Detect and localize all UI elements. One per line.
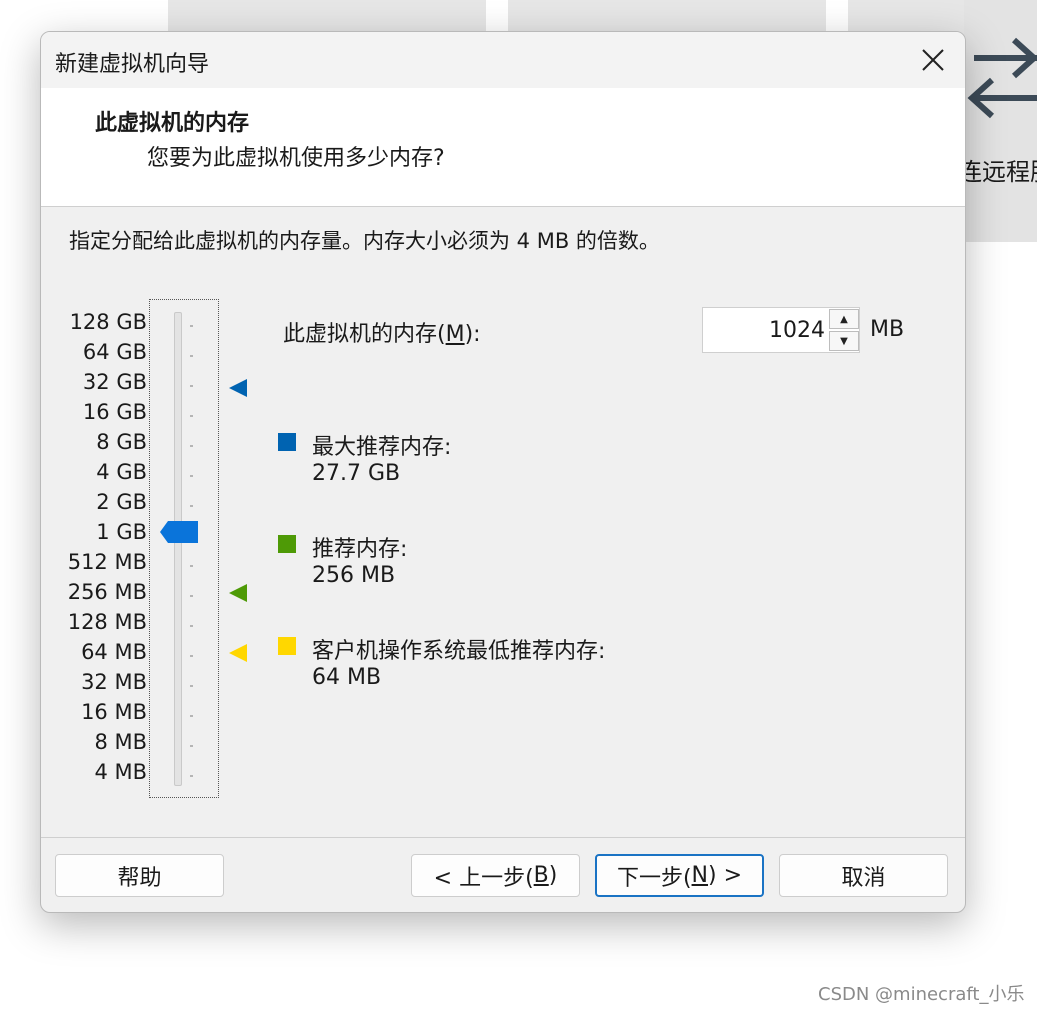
background-remote-label: 连远程服 <box>958 158 1037 186</box>
tick-label: 128 MB <box>67 610 147 634</box>
tick-label: 64 MB <box>81 640 147 664</box>
min-recommended-value: 64 MB <box>312 665 382 690</box>
tick-label: 2 GB <box>96 490 147 514</box>
up-arrow-icon: ▲ <box>840 313 848 325</box>
next-button-mnemonic: N <box>691 863 709 888</box>
help-button[interactable]: 帮助 <box>55 854 224 897</box>
slider-tick <box>190 325 193 327</box>
title-bar: 新建虚拟机向导 <box>41 32 965 88</box>
next-button[interactable]: 下一步(N) > <box>595 854 764 897</box>
memory-label-suffix: ): <box>464 322 481 347</box>
swap-arrows-icon <box>967 37 1037 119</box>
tick-label: 32 MB <box>81 670 147 694</box>
next-button-prefix: 下一步( <box>616 865 692 891</box>
next-button-suffix: ) > <box>708 863 743 888</box>
close-icon <box>922 49 944 71</box>
memory-description: 指定分配给此虚拟机的内存量。内存大小必须为 4 MB 的倍数。 <box>69 229 660 253</box>
slider-tick <box>190 685 193 687</box>
decrement-button[interactable]: ▼ <box>829 331 859 351</box>
cancel-button[interactable]: 取消 <box>779 854 948 897</box>
min-recommended-marker-icon <box>229 644 247 662</box>
slider-tick <box>190 595 193 597</box>
memory-spinbox[interactable]: ▲ ▼ <box>702 307 860 353</box>
slider-tick <box>190 355 193 357</box>
recommended-value: 256 MB <box>312 563 396 588</box>
tick-label: 8 MB <box>94 730 147 754</box>
max-recommended-value: 27.7 GB <box>312 461 401 486</box>
tick-label: 256 MB <box>67 580 147 604</box>
slider-track[interactable] <box>174 312 182 786</box>
min-recommended-label: 客户机操作系统最低推荐内存: <box>312 639 606 664</box>
back-button-suffix: ) <box>548 863 558 888</box>
dialog-title: 新建虚拟机向导 <box>55 52 210 77</box>
new-vm-wizard-dialog: 新建虚拟机向导 此虚拟机的内存 您要为此虚拟机使用多少内存? 指定分配给此虚拟机… <box>40 31 966 913</box>
tick-label: 8 GB <box>96 430 147 454</box>
back-button-mnemonic: B <box>533 863 549 888</box>
slider-tick <box>190 745 193 747</box>
back-button[interactable]: < 上一步(B) <box>411 854 580 897</box>
back-button-prefix: < 上一步( <box>433 865 534 891</box>
slider-tick <box>190 565 193 567</box>
tick-label: 64 GB <box>82 340 147 364</box>
slider-tick <box>190 475 193 477</box>
watermark: CSDN @minecraft_小乐 <box>818 984 1025 1005</box>
memory-input[interactable] <box>703 308 825 352</box>
tick-label: 16 GB <box>82 400 147 424</box>
slider-tick <box>190 625 193 627</box>
recommended-marker-icon <box>229 584 247 602</box>
max-recommended-swatch <box>278 433 296 451</box>
memory-label-prefix: 此虚拟机的内存( <box>283 322 446 347</box>
tick-label: 1 GB <box>96 520 147 544</box>
down-arrow-icon: ▼ <box>840 335 848 347</box>
slider-tick <box>190 655 193 657</box>
max-recommended-label: 最大推荐内存: <box>312 435 452 460</box>
page-title: 此虚拟机的内存 <box>95 111 250 136</box>
slider-tick <box>190 445 193 447</box>
recommended-label: 推荐内存: <box>312 537 408 562</box>
memory-slider[interactable] <box>149 299 219 798</box>
slider-tick <box>190 715 193 717</box>
memory-label: 此虚拟机的内存(M): <box>283 316 481 348</box>
tick-label: 4 GB <box>96 460 147 484</box>
increment-button[interactable]: ▲ <box>829 309 859 329</box>
tick-label: 512 MB <box>67 550 147 574</box>
slider-tick <box>190 775 193 777</box>
max-recommended-marker-icon <box>229 379 247 397</box>
slider-thumb[interactable] <box>160 521 198 543</box>
slider-tick <box>190 415 193 417</box>
wizard-header: 此虚拟机的内存 您要为此虚拟机使用多少内存? <box>41 88 965 207</box>
footer-divider <box>41 837 965 838</box>
close-button[interactable] <box>901 32 965 88</box>
tick-label: 16 MB <box>81 700 147 724</box>
slider-tick <box>190 505 193 507</box>
memory-unit: MB <box>870 317 905 342</box>
page-subtitle: 您要为此虚拟机使用多少内存? <box>147 146 445 171</box>
tick-label: 4 MB <box>94 760 147 784</box>
memory-label-mnemonic: M <box>445 322 465 347</box>
tick-label: 128 GB <box>69 310 147 334</box>
slider-tick <box>190 385 193 387</box>
tick-label: 32 GB <box>82 370 147 394</box>
min-recommended-swatch <box>278 637 296 655</box>
recommended-swatch <box>278 535 296 553</box>
